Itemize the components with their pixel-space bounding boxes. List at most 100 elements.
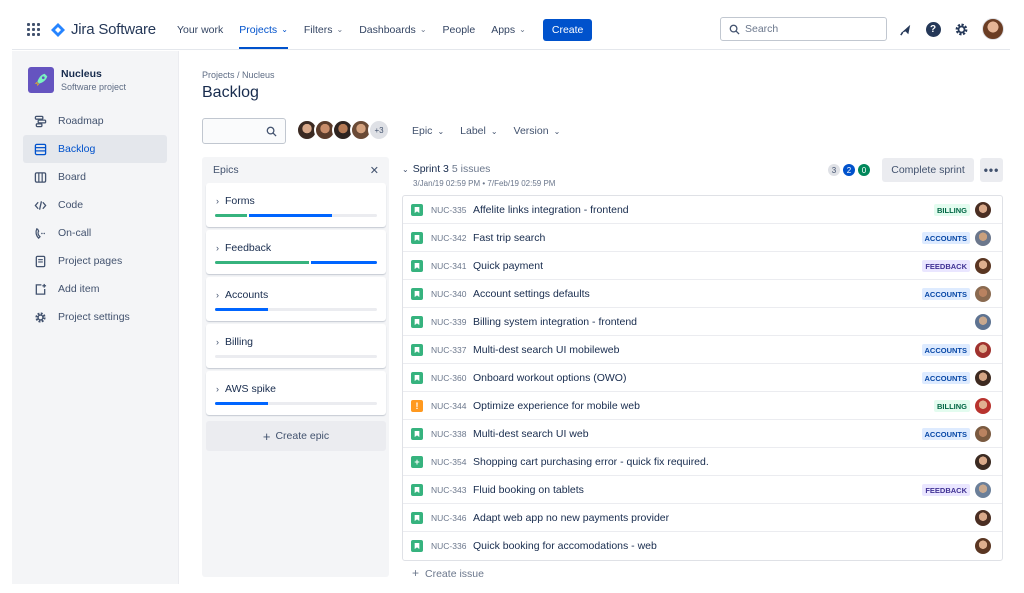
jira-logo[interactable]: Jira Software — [50, 21, 156, 38]
nav-filters[interactable]: Filters ⌄ — [304, 10, 343, 49]
issue-row[interactable]: + NUC-354 Shopping cart purchasing error -… — [403, 448, 1002, 476]
epic-label[interactable]: ACCOUNTS — [921, 232, 970, 244]
issue-summary[interactable]: Fast trip search — [473, 232, 545, 244]
assignee-avatar[interactable] — [975, 398, 991, 414]
issue-row[interactable]: NUC-338 Multi-dest search UI web ACCOUNTS — [403, 420, 1002, 448]
create-epic-button[interactable]: + Create epic — [206, 421, 386, 451]
issue-row[interactable]: NUC-342 Fast trip search ACCOUNTS — [403, 224, 1002, 252]
nav-your-work[interactable]: Your work — [177, 10, 223, 49]
issue-row[interactable]: NUC-339 Billing system integration - fron… — [403, 308, 1002, 336]
settings-icon[interactable] — [952, 20, 970, 38]
issue-key[interactable]: NUC-336 — [431, 541, 473, 551]
epic-label[interactable]: ACCOUNTS — [921, 428, 970, 440]
nav-dashboards[interactable]: Dashboards ⌄ — [359, 10, 426, 49]
chevron-down-icon[interactable]: ⌄ — [402, 165, 409, 174]
app-switcher-icon[interactable] — [27, 22, 41, 37]
assignee-avatar[interactable] — [975, 314, 991, 330]
issue-summary[interactable]: Multi-dest search UI mobileweb — [473, 344, 619, 356]
nav-projects[interactable]: Projects ⌄ — [239, 10, 288, 49]
sidebar-item-add-item[interactable]: Add item — [23, 275, 167, 303]
version-filter[interactable]: Version ⌄ — [514, 125, 561, 137]
issue-key[interactable]: NUC-337 — [431, 345, 473, 355]
complete-sprint-button[interactable]: Complete sprint — [882, 158, 974, 182]
assignee-avatar[interactable] — [975, 202, 991, 218]
assignee-avatar[interactable] — [975, 286, 991, 302]
create-button[interactable]: Create — [542, 18, 593, 41]
issue-key[interactable]: NUC-338 — [431, 429, 473, 439]
issue-summary[interactable]: Shopping cart purchasing error - quick f… — [473, 456, 709, 468]
nav-apps[interactable]: Apps ⌄ — [491, 10, 526, 49]
issue-key[interactable]: NUC-344 — [431, 401, 473, 411]
issue-summary[interactable]: Adapt web app no new payments provider — [473, 512, 669, 524]
issue-row[interactable]: NUC-360 Onboard workout options (OWO) ACCO… — [403, 364, 1002, 392]
epic-label[interactable]: FEEDBACK — [922, 260, 970, 272]
epic-card[interactable]: › Forms — [206, 183, 386, 227]
issue-key[interactable]: NUC-343 — [431, 485, 473, 495]
issue-row[interactable]: NUC-340 Account settings defaults ACCOUNTS — [403, 280, 1002, 308]
assignee-avatar[interactable] — [975, 482, 991, 498]
sidebar-item-project-pages[interactable]: Project pages — [23, 247, 167, 275]
assignee-avatar[interactable] — [975, 370, 991, 386]
issue-key[interactable]: NUC-339 — [431, 317, 473, 327]
close-icon[interactable]: ✕ — [370, 164, 379, 177]
epic-label[interactable]: BILLING — [934, 204, 970, 216]
breadcrumb[interactable]: Projects / Nucleus — [202, 70, 275, 80]
epic-card[interactable]: › Feedback — [206, 230, 386, 274]
sidebar-item-roadmap[interactable]: Roadmap — [23, 107, 167, 135]
issue-summary[interactable]: Fluid booking on tablets — [473, 484, 584, 496]
epic-label[interactable]: ACCOUNTS — [921, 344, 970, 356]
assignee-avatar[interactable] — [975, 230, 991, 246]
issue-key[interactable]: NUC-346 — [431, 513, 473, 523]
epic-filter[interactable]: Epic ⌄ — [412, 125, 444, 137]
issue-summary[interactable]: Billing system integration - frontend — [473, 316, 637, 328]
sidebar-item-on-call[interactable]: On-call — [23, 219, 167, 247]
issue-row[interactable]: NUC-335 Affelite links integration - fron… — [403, 196, 1002, 224]
issue-row[interactable]: ! NUC-344 Optimize experience for mobile w… — [403, 392, 1002, 420]
notifications-icon[interactable] — [896, 20, 914, 38]
issue-row[interactable]: NUC-337 Multi-dest search UI mobileweb ACC… — [403, 336, 1002, 364]
nav-people[interactable]: People — [443, 10, 476, 49]
issue-summary[interactable]: Affelite links integration - frontend — [473, 204, 629, 216]
issue-key[interactable]: NUC-335 — [431, 205, 473, 215]
epic-label[interactable]: ACCOUNTS — [921, 372, 970, 384]
issue-summary[interactable]: Multi-dest search UI web — [473, 428, 589, 440]
sidebar-item-backlog[interactable]: Backlog — [23, 135, 167, 163]
issue-summary[interactable]: Account settings defaults — [473, 288, 590, 300]
sidebar-item-code[interactable]: Code — [23, 191, 167, 219]
issue-summary[interactable]: Quick booking for accomodations - web — [473, 540, 657, 552]
help-icon[interactable]: ? — [924, 20, 942, 38]
issue-row[interactable]: NUC-343 Fluid booking on tablets FEEDBACK — [403, 476, 1002, 504]
assignee-avatar[interactable] — [975, 258, 991, 274]
assignee-avatar[interactable] — [975, 538, 991, 554]
epic-label[interactable]: FEEDBACK — [922, 484, 970, 496]
epic-card[interactable]: › Billing — [206, 324, 386, 368]
issue-row[interactable]: NUC-341 Quick payment FEEDBACK — [403, 252, 1002, 280]
create-issue-button[interactable]: + Create issue — [412, 566, 484, 580]
more-assignees-badge[interactable]: +3 — [368, 119, 390, 141]
sidebar-item-project-settings[interactable]: Project settings — [23, 303, 167, 331]
issue-key[interactable]: NUC-360 — [431, 373, 473, 383]
issue-row[interactable]: NUC-336 Quick booking for accomodations -… — [403, 532, 1002, 560]
epic-label[interactable]: BILLING — [934, 400, 970, 412]
assignee-avatar[interactable] — [975, 454, 991, 470]
issue-key[interactable]: NUC-354 — [431, 457, 473, 467]
epic-card[interactable]: › Accounts — [206, 277, 386, 321]
issue-key[interactable]: NUC-342 — [431, 233, 473, 243]
user-avatar[interactable] — [982, 18, 1004, 40]
issue-summary[interactable]: Optimize experience for mobile web — [473, 400, 640, 412]
search-input[interactable]: Search — [720, 17, 887, 41]
epic-label[interactable]: ACCOUNTS — [921, 288, 970, 300]
epic-card[interactable]: › AWS spike — [206, 371, 386, 415]
project-header[interactable]: Nucleus Software project — [12, 51, 178, 93]
issue-key[interactable]: NUC-341 — [431, 261, 473, 271]
assignee-avatar[interactable] — [975, 510, 991, 526]
issue-row[interactable]: NUC-346 Adapt web app no new payments pro… — [403, 504, 1002, 532]
label-filter[interactable]: Label ⌄ — [460, 125, 497, 137]
more-actions-icon[interactable]: ••• — [980, 158, 1003, 182]
assignee-avatar[interactable] — [975, 426, 991, 442]
sprint-header[interactable]: ⌄ Sprint 35 issues 3/Jan/19 02:59 PM • 7/… — [402, 163, 555, 188]
assignee-avatar[interactable] — [975, 342, 991, 358]
issue-summary[interactable]: Onboard workout options (OWO) — [473, 372, 626, 384]
issue-key[interactable]: NUC-340 — [431, 289, 473, 299]
issue-summary[interactable]: Quick payment — [473, 260, 543, 272]
